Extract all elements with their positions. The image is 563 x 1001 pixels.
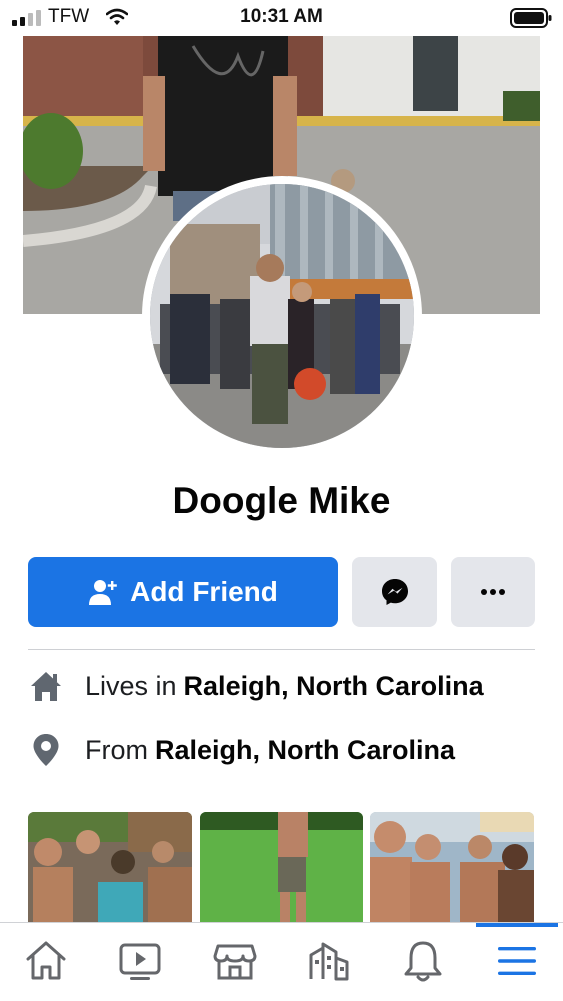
photo-thumbnail[interactable] (28, 812, 192, 922)
divider (28, 649, 535, 650)
status-bar: TFW 10:31 AM (0, 0, 563, 36)
add-friend-icon (89, 580, 117, 605)
detail-from-value[interactable]: Raleigh, North Carolina (155, 735, 455, 766)
tab-pages[interactable] (303, 935, 355, 987)
battery-icon (510, 8, 552, 28)
detail-lives-in-prefix: Lives in (85, 670, 177, 701)
menu-tab-icon (498, 947, 536, 975)
watch-tab-icon (119, 943, 161, 980)
notifications-tab-icon (404, 941, 442, 982)
detail-lives-in: Lives in Raleigh, North Carolina (28, 668, 484, 704)
detail-lives-in-value[interactable]: Raleigh, North Carolina (184, 671, 484, 702)
message-button[interactable] (352, 557, 437, 627)
marketplace-tab-icon (213, 944, 257, 980)
location-pin-icon (28, 732, 64, 768)
profile-name: Doogle Mike (172, 480, 391, 521)
photo-thumbnail[interactable] (200, 812, 363, 922)
tab-watch[interactable] (114, 935, 166, 987)
bottom-tab-bar (0, 922, 563, 1001)
more-options-button[interactable] (451, 557, 535, 627)
pages-tab-icon (309, 942, 349, 981)
detail-from-prefix: From (85, 734, 148, 765)
status-time: 10:31 AM (240, 6, 323, 27)
profile-avatar[interactable] (150, 184, 414, 448)
detail-from: From Raleigh, North Carolina (28, 732, 455, 768)
home-icon (28, 668, 64, 704)
active-tab-indicator (476, 923, 558, 927)
home-tab-icon (26, 941, 66, 980)
messenger-icon (381, 579, 408, 605)
tab-marketplace[interactable] (209, 935, 261, 987)
add-friend-button[interactable]: Add Friend (28, 557, 338, 627)
more-dots-icon (481, 589, 505, 595)
tab-notifications[interactable] (397, 935, 449, 987)
photo-thumbnail[interactable] (370, 812, 534, 922)
add-friend-label: Add Friend (130, 576, 278, 607)
tab-home[interactable] (20, 935, 72, 987)
tab-menu[interactable] (491, 935, 543, 987)
